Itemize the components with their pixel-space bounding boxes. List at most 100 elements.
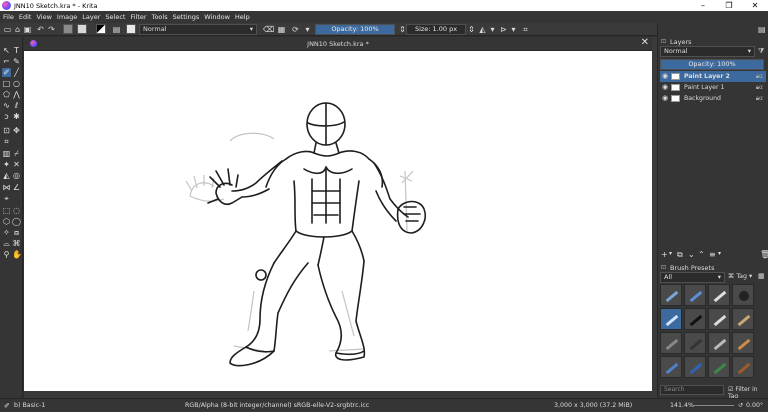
workspace-icon[interactable]: ▤	[758, 25, 766, 34]
smart-patch-tool-icon[interactable]: ✕	[12, 160, 21, 169]
rotation-icon[interactable]: ↺	[738, 402, 743, 409]
gradient-swatch[interactable]	[63, 24, 73, 34]
layer-row-paint-layer-2[interactable]: ◉ Paint Layer 2 🔒︎α	[660, 71, 766, 82]
layer-opacity-slider[interactable]: Opacity: 100%	[660, 59, 764, 70]
similar-select-tool-icon[interactable]: ⧈	[12, 228, 21, 237]
zoom-tool-icon[interactable]: ⚲	[2, 250, 11, 259]
docker-float-icon[interactable]: ⊡	[661, 264, 666, 271]
move-layer-down-icon[interactable]: ⌄	[688, 250, 695, 259]
magnetic-select-tool-icon[interactable]: ⌘	[12, 239, 21, 248]
freehand-path-tool-icon[interactable]: ℓ	[12, 101, 21, 110]
menu-window[interactable]: Window	[204, 13, 230, 21]
layer-properties-icon[interactable]: ≡	[709, 250, 716, 259]
layer-blend-mode-select[interactable]: Normal ▾	[660, 46, 755, 57]
preset-search-input[interactable]: Search	[660, 385, 724, 395]
lock-icon[interactable]: 🔒︎α	[756, 82, 763, 93]
layer-row-background[interactable]: ◉ Background 🔒︎α	[660, 93, 766, 104]
brush-preset-swatch[interactable]	[126, 24, 136, 34]
reset-icon[interactable]: ⟳	[291, 25, 300, 34]
pan-tool-icon[interactable]: ✋	[12, 250, 22, 259]
bezier-tool-icon[interactable]: ∿	[2, 101, 11, 110]
size-slider[interactable]: Size: 1.00 px	[406, 24, 466, 35]
mirror-horizontal-icon[interactable]: ◭	[478, 25, 487, 34]
brush-preset-tile[interactable]	[708, 356, 730, 378]
gradient-tool-icon[interactable]: ▥	[2, 149, 11, 158]
lock-icon[interactable]: 🔒︎α	[756, 93, 763, 104]
crop-tool-icon[interactable]: ⊡	[2, 126, 11, 135]
delete-layer-icon[interactable]: 🗑︎	[760, 250, 768, 259]
polyline-tool-icon[interactable]: ⋀	[12, 90, 21, 99]
chevron-down-icon[interactable]: ▾	[509, 25, 518, 34]
preserve-alpha-icon[interactable]: ▦	[277, 25, 286, 34]
chevron-down-icon[interactable]: ▾	[718, 250, 721, 257]
rectangle-tool-icon[interactable]: □	[2, 79, 11, 88]
color-picker-tool-icon[interactable]: ⌿	[12, 149, 21, 158]
freehand-brush-tool-icon[interactable]: ✐	[2, 68, 11, 77]
measure-tool-icon[interactable]: ∠	[12, 183, 21, 192]
move-tool-icon[interactable]: ✥	[12, 126, 21, 135]
brush-preset-tile[interactable]	[732, 284, 754, 306]
close-document-icon[interactable]: ✕	[641, 37, 649, 48]
document-tab[interactable]: JNN10 Sketch.kra * ✕	[24, 37, 652, 51]
ellipse-tool-icon[interactable]: ○	[12, 79, 21, 88]
brush-preset-tile[interactable]	[732, 332, 754, 354]
menu-settings[interactable]: Settings	[173, 13, 200, 21]
docker-float-icon[interactable]: ⊡	[661, 38, 666, 45]
layer-row-paint-layer-1[interactable]: ◉ Paint Layer 1 🔒︎α	[660, 82, 766, 93]
undo-icon[interactable]: ↶	[36, 25, 45, 34]
brush-preset-tile[interactable]	[708, 332, 730, 354]
enclose-fill-tool-icon[interactable]: ◎	[12, 171, 21, 180]
mirror-vertical-icon[interactable]: ⊳	[499, 25, 508, 34]
polygon-tool-icon[interactable]: ⬠	[2, 90, 11, 99]
menu-tools[interactable]: Tools	[152, 13, 168, 21]
close-window-button[interactable]: ✕	[742, 0, 768, 11]
calligraphy-tool-icon[interactable]: ✎	[12, 57, 21, 66]
new-document-icon[interactable]: ▭	[3, 25, 12, 34]
brush-preset-tile[interactable]	[732, 356, 754, 378]
eraser-mode-icon[interactable]: ⌫	[263, 25, 274, 34]
zoom-slider[interactable]	[694, 405, 734, 406]
reference-images-tool-icon[interactable]: ⌖	[2, 194, 11, 203]
bezier-select-tool-icon[interactable]: ⌓	[2, 239, 11, 248]
visibility-eye-icon[interactable]: ◉	[662, 93, 668, 104]
save-icon[interactable]: ▣	[23, 25, 32, 34]
rotation-label[interactable]: 0.00°	[746, 402, 763, 409]
rectangular-select-tool-icon[interactable]: ⬚	[2, 206, 11, 215]
elliptical-select-tool-icon[interactable]: ◌	[12, 206, 21, 215]
polygonal-select-tool-icon[interactable]: ⬡	[2, 217, 11, 226]
menu-view[interactable]: View	[36, 13, 51, 21]
brush-preset-tile[interactable]	[684, 356, 706, 378]
transform-tool-icon[interactable]: ⌗	[2, 137, 11, 146]
line-tool-icon[interactable]: ╱	[12, 68, 21, 77]
zoom-label[interactable]: 141.4%	[670, 402, 694, 409]
opacity-slider[interactable]: Opacity: 100%	[315, 24, 395, 35]
visibility-eye-icon[interactable]: ◉	[662, 82, 668, 93]
preset-filter-select[interactable]: All ▾	[660, 272, 725, 283]
menu-file[interactable]: File	[3, 13, 14, 21]
chevron-down-icon[interactable]: ▾	[303, 25, 312, 34]
brush-preset-tile[interactable]	[660, 356, 682, 378]
assistant-tool-icon[interactable]: ⋈	[2, 183, 11, 192]
add-layer-icon[interactable]: +	[661, 250, 668, 259]
spin-arrows-icon[interactable]: ⇕	[467, 25, 476, 34]
colorize-mask-tool-icon[interactable]: ✦	[2, 160, 11, 169]
brush-preset-tile[interactable]	[708, 284, 730, 306]
dynamic-brush-tool-icon[interactable]: ↄ	[2, 112, 11, 121]
maximize-button[interactable]: ❐	[716, 0, 742, 11]
brush-settings-icon[interactable]: ▤	[112, 25, 121, 34]
edit-shapes-tool-icon[interactable]: ⌐	[2, 57, 11, 66]
brush-preset-tile[interactable]	[660, 284, 682, 306]
brush-preset-icon[interactable]: ✐	[4, 402, 10, 410]
brush-preset-tile[interactable]	[732, 308, 754, 330]
preset-view-icon[interactable]: ▦	[758, 272, 765, 280]
brush-preset-tile[interactable]	[660, 332, 682, 354]
menu-select[interactable]: Select	[105, 13, 125, 21]
chevron-down-icon[interactable]: ▾	[669, 250, 672, 257]
wrap-around-icon[interactable]: ⌗	[521, 25, 530, 34]
menu-help[interactable]: Help	[235, 13, 250, 21]
multibrush-tool-icon[interactable]: ✱	[12, 112, 21, 121]
lock-icon[interactable]: 🔒︎α	[756, 71, 763, 82]
menu-filter[interactable]: Filter	[130, 13, 146, 21]
filter-icon[interactable]: ⧩	[758, 47, 764, 56]
color-swatch[interactable]	[96, 24, 106, 34]
